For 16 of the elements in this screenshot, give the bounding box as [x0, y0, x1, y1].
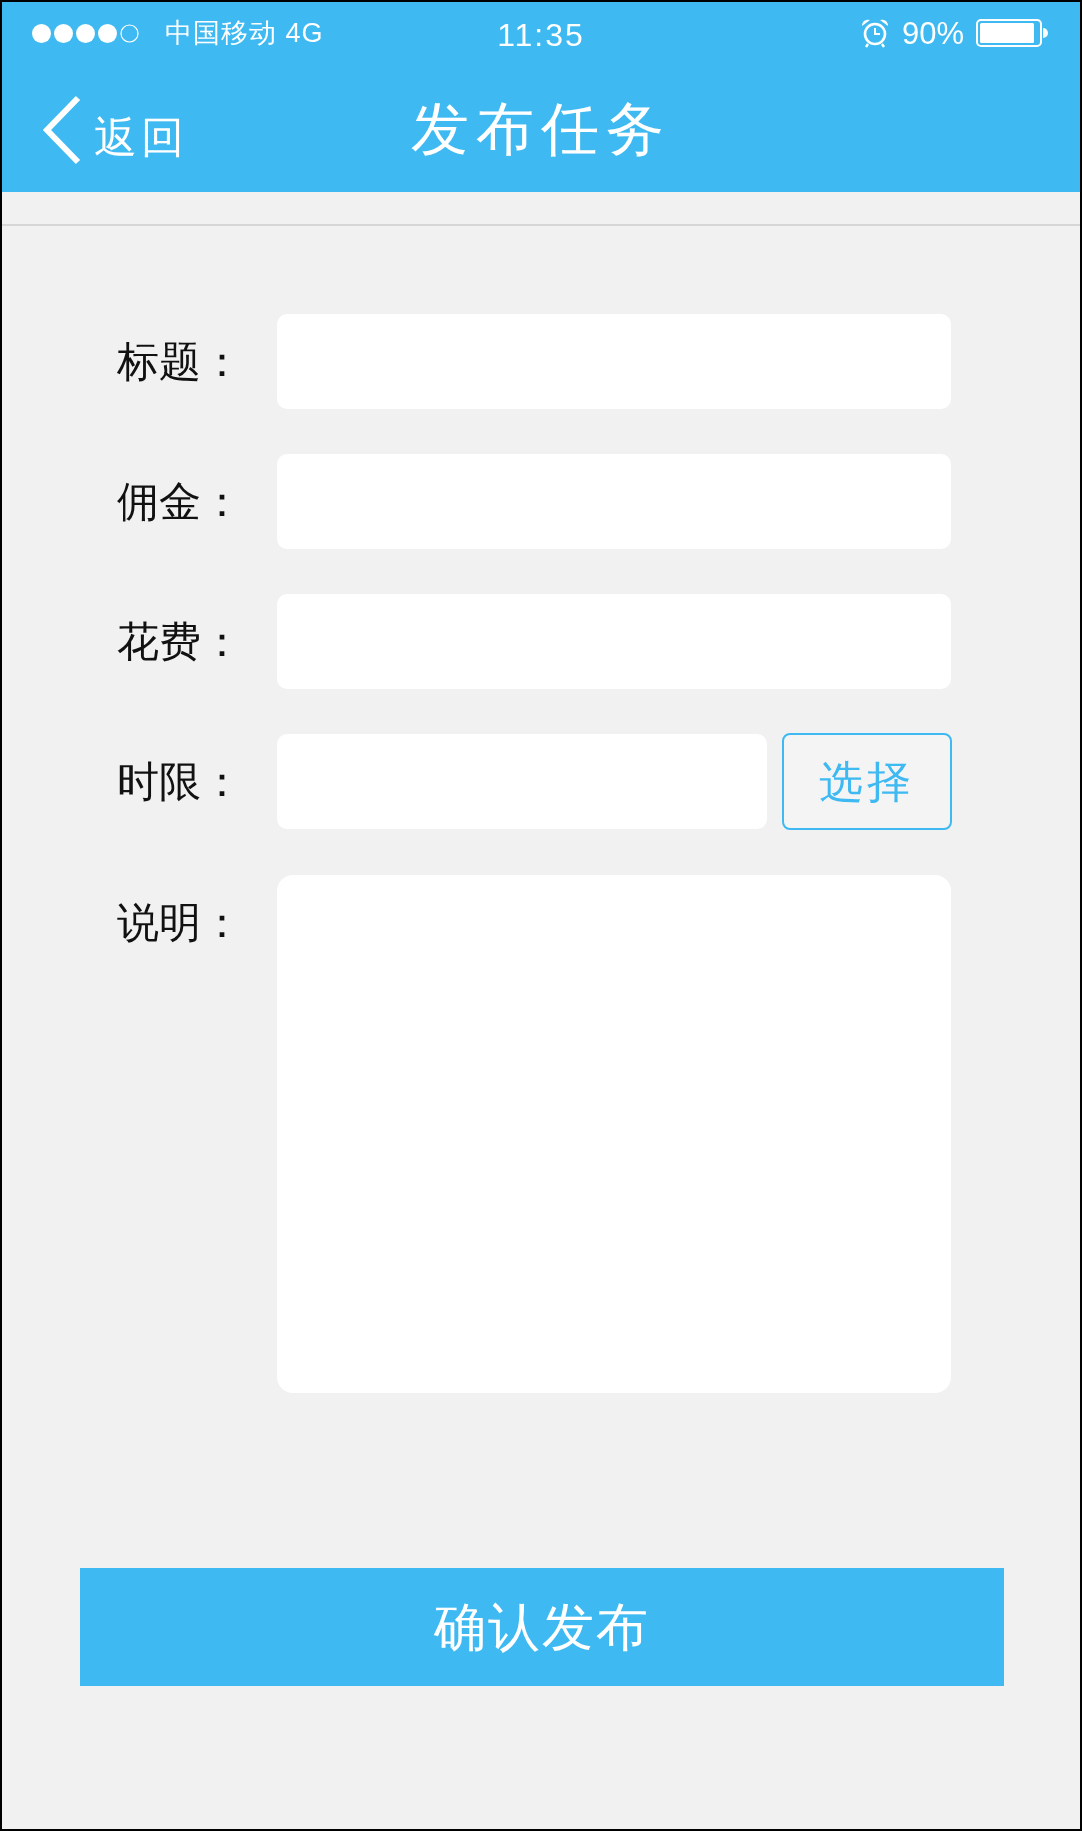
battery-percentage: 90% [901, 17, 964, 49]
chevron-left-icon [42, 95, 82, 165]
field-label: 说明： [117, 897, 244, 948]
field-label: 标题： [117, 336, 244, 387]
confirm-publish-button[interactable]: 确认发布 [80, 1568, 1004, 1686]
alarm-clock-icon [859, 18, 890, 48]
select-button[interactable]: 选择 [782, 733, 952, 830]
field-label: 佣金： [117, 476, 244, 527]
signal-strength-icon [32, 23, 139, 43]
field-label: 时限： [117, 756, 244, 807]
back-button[interactable]: 返回 [42, 95, 188, 165]
page-title: 发布任务 [411, 100, 671, 158]
carrier-label: 中国移动 4G [165, 19, 324, 47]
status-time: 11:35 [497, 19, 585, 51]
battery-icon [976, 19, 1050, 47]
field-label: 花费： [117, 616, 244, 667]
